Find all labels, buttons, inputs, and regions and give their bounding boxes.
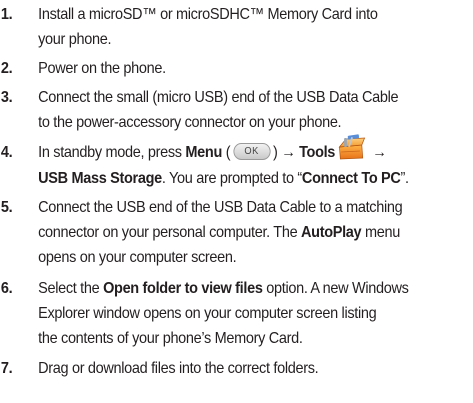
step-line: Explorer window opens on your computer s…: [38, 305, 377, 322]
step-line: USB Mass Storage. You are prompted to “C…: [38, 170, 409, 187]
step-number: 4.: [0, 144, 13, 161]
step-line: Power on the phone.: [38, 60, 166, 77]
autoplay-label: AutoPlay: [301, 224, 362, 241]
step-text: Install a microSD™ or microSDHC™ Memory …: [38, 2, 468, 52]
ok-key-icon: OK: [232, 142, 271, 160]
step-line: connector on your personal computer. The…: [38, 224, 400, 241]
step-line: the contents of your phone’s Memory Card…: [38, 330, 303, 347]
step-text: Drag or download files into the correct …: [38, 356, 468, 381]
step-text: Connect the small (micro USB) end of the…: [38, 85, 468, 135]
step-number: 1.: [0, 6, 13, 23]
menu-label: Menu: [185, 144, 222, 162]
step-line: Connect the USB end of the USB Data Cabl…: [38, 199, 403, 216]
step-line: to the power-accessory connector on your…: [38, 114, 342, 131]
step-text: In standby mode, press Menu (OK) → Tools: [38, 134, 468, 191]
step-number: 6.: [0, 280, 13, 297]
step-line: Connect the small (micro USB) end of the…: [38, 89, 399, 106]
step-line: In standby mode, press Menu (OK) → Tools: [38, 134, 468, 166]
step-line: your phone.: [38, 31, 112, 48]
step-line: Install a microSD™ or microSDHC™ Memory …: [38, 6, 378, 23]
open-folder-label: Open folder to view files: [103, 280, 263, 297]
step-number: 5.: [0, 199, 13, 216]
step-text: Connect the USB end of the USB Data Cabl…: [38, 195, 468, 270]
step-number: 2.: [0, 60, 13, 77]
step-line: Drag or download files into the correct …: [38, 360, 319, 377]
step-line: Select the Open folder to view files opt…: [38, 280, 409, 297]
usb-mass-storage-label: USB Mass Storage: [38, 170, 162, 187]
step-text: Power on the phone.: [38, 56, 468, 81]
tools-label: Tools: [299, 144, 336, 162]
step-line: opens on your computer screen.: [38, 249, 237, 266]
connect-to-pc-label: Connect To PC: [301, 170, 401, 187]
step-number: 3.: [0, 89, 13, 106]
tools-icon: [338, 134, 366, 160]
instruction-list: 1. Install a microSD™ or microSDHC™ Memo…: [0, 0, 473, 403]
step-text: Select the Open folder to view files opt…: [38, 276, 468, 351]
step-number: 7.: [0, 360, 13, 377]
